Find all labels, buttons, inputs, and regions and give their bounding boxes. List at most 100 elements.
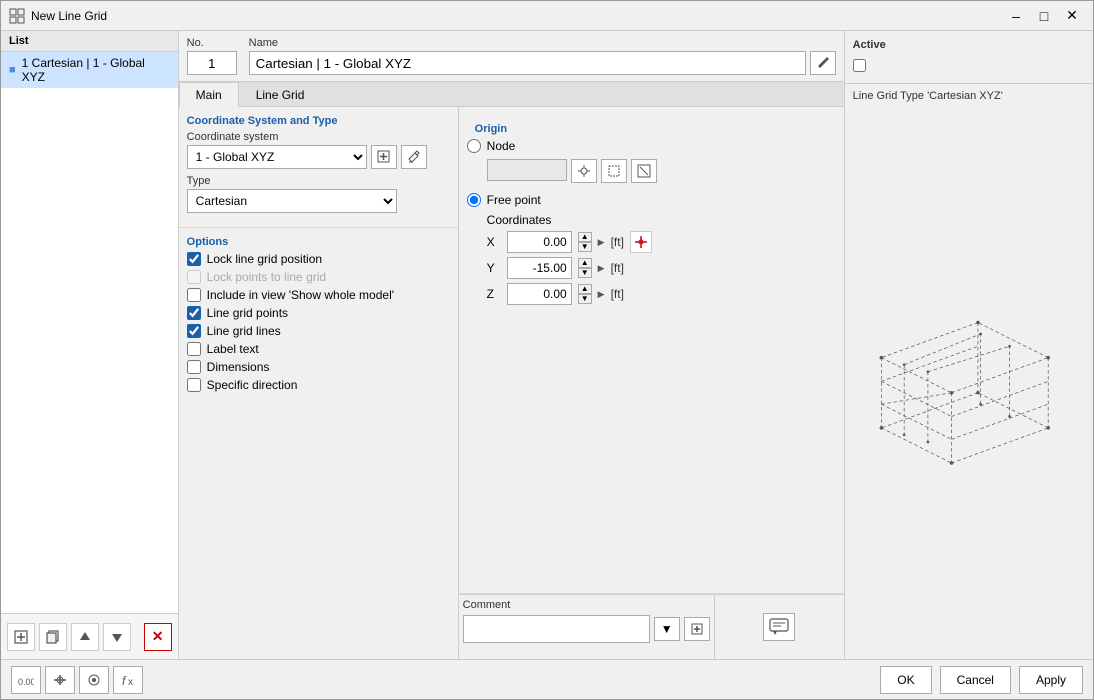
center-panel: No. Name Main — [179, 31, 845, 659]
move-up-button[interactable] — [71, 623, 99, 651]
edit-name-button[interactable] — [810, 51, 836, 75]
no-name-row: No. Name — [179, 31, 844, 82]
option-lock-line-grid: Lock line grid position — [187, 252, 450, 266]
coord-system-content: Coordinate system 1 - Global XYZ — [179, 131, 458, 228]
comment-right-button[interactable] — [763, 613, 795, 641]
tab-bar: Main Line Grid — [179, 82, 844, 107]
z-spin-down[interactable]: ▼ — [578, 294, 592, 304]
ok-button[interactable]: OK — [880, 666, 931, 694]
lock-line-grid-label: Lock line grid position — [207, 252, 322, 266]
coord-display-button[interactable]: 0.00 — [11, 666, 41, 694]
y-coord-input[interactable] — [507, 257, 572, 279]
svg-text:0.00: 0.00 — [18, 677, 34, 687]
z-axis-label: Z — [487, 287, 501, 301]
coord-system-select[interactable]: 1 - Global XYZ — [187, 145, 367, 169]
specific-direction-checkbox[interactable] — [187, 378, 201, 392]
y-axis-label: Y — [487, 261, 501, 275]
line-grid-points-checkbox[interactable] — [187, 306, 201, 320]
free-point-radio[interactable] — [467, 193, 481, 207]
right-panel: Active Line Grid Type 'Cartesian XYZ' — [845, 31, 1093, 659]
view-button[interactable] — [79, 666, 109, 694]
option-line-grid-points: Line grid points — [187, 306, 450, 320]
comment-label: Comment — [463, 599, 710, 611]
active-header: Active — [853, 39, 1085, 51]
active-checkbox[interactable] — [853, 59, 866, 72]
close-button[interactable]: ✕ — [1059, 5, 1085, 27]
line-grid-lines-checkbox[interactable] — [187, 324, 201, 338]
option-specific-dir: Specific direction — [187, 378, 450, 392]
type-label: Type — [187, 175, 450, 187]
name-field-wrap — [249, 51, 836, 75]
grid-preview-svg — [855, 274, 1083, 494]
line-grid-points-label: Line grid points — [207, 306, 288, 320]
x-spin-up[interactable]: ▲ — [578, 232, 592, 242]
comment-add[interactable] — [684, 617, 710, 641]
node-input[interactable] — [487, 159, 567, 181]
include-view-label: Include in view 'Show whole model' — [207, 288, 394, 302]
formula-button[interactable]: fx — [113, 666, 143, 694]
node-radio[interactable] — [467, 139, 481, 153]
x-coord-input[interactable] — [507, 231, 572, 253]
node-select-button[interactable] — [601, 159, 627, 183]
coord-field-row: Coordinate system 1 - Global XYZ — [187, 131, 450, 169]
x-coord-row: X ▲ ▼ ▶ [ft] — [487, 231, 836, 253]
maximize-button[interactable]: □ — [1031, 5, 1057, 27]
move-down-button[interactable] — [103, 623, 131, 651]
tab-line-grid[interactable]: Line Grid — [239, 82, 322, 107]
snap-button[interactable] — [45, 666, 75, 694]
dialog-window: New Line Grid – □ ✕ List ■ 1 Cartesian |… — [0, 0, 1094, 700]
x-axis-label: X — [487, 235, 501, 249]
bottom-right-buttons: OK Cancel Apply — [880, 666, 1083, 694]
coord-section-title: Coordinate System and Type — [179, 107, 458, 131]
add-item-button[interactable] — [7, 623, 35, 651]
node-clear-button[interactable] — [631, 159, 657, 183]
title-bar: New Line Grid – □ ✕ — [1, 1, 1093, 31]
origin-section: Origin Node — [459, 107, 844, 594]
coord-edit-button[interactable] — [401, 145, 427, 169]
svg-text:f: f — [122, 674, 127, 687]
list-item[interactable]: ■ 1 Cartesian | 1 - Global XYZ — [1, 52, 178, 88]
option-line-grid-lines: Line grid lines — [187, 324, 450, 338]
x-pick-button[interactable] — [630, 231, 652, 253]
free-point-label: Free point — [487, 193, 541, 207]
coordinates-section: Coordinates X ▲ ▼ ▶ — [487, 213, 836, 305]
coord-add-button[interactable] — [371, 145, 397, 169]
copy-item-button[interactable] — [39, 623, 67, 651]
comment-input[interactable] — [463, 615, 650, 643]
list-item-icon: ■ — [9, 64, 16, 76]
y-spin-up[interactable]: ▲ — [578, 258, 592, 268]
minimize-button[interactable]: – — [1003, 5, 1029, 27]
include-view-checkbox[interactable] — [187, 288, 201, 302]
list-header: List — [1, 31, 178, 52]
apply-button[interactable]: Apply — [1019, 666, 1083, 694]
dimensions-checkbox[interactable] — [187, 360, 201, 374]
window-title: New Line Grid — [31, 9, 1003, 23]
name-section: Name — [249, 37, 836, 75]
coord-system-section: Coordinate System and Type Coordinate sy… — [179, 107, 458, 228]
comment-right — [714, 595, 844, 659]
name-input[interactable] — [249, 51, 806, 75]
tab-main[interactable]: Main — [179, 82, 239, 107]
z-spin-up[interactable]: ▲ — [578, 284, 592, 294]
delete-button[interactable]: ✕ — [144, 623, 172, 651]
label-text-checkbox[interactable] — [187, 342, 201, 356]
y-coord-row: Y ▲ ▼ ▶ [ft] — [487, 257, 836, 279]
origin-section-title: Origin — [467, 115, 836, 139]
comment-dropdown[interactable]: ▼ — [654, 617, 680, 641]
cancel-button[interactable]: Cancel — [940, 666, 1011, 694]
node-pick-button[interactable] — [571, 159, 597, 183]
specific-direction-label: Specific direction — [207, 378, 298, 392]
y-spin-down[interactable]: ▼ — [578, 268, 592, 278]
list-area: ■ 1 Cartesian | 1 - Global XYZ — [1, 52, 178, 613]
lock-points-label: Lock points to line grid — [207, 270, 326, 284]
type-select[interactable]: Cartesian Cylindrical Spherical — [187, 189, 397, 213]
lock-line-grid-checkbox[interactable] — [187, 252, 201, 266]
no-input[interactable] — [187, 51, 237, 75]
x-spin-down[interactable]: ▼ — [578, 242, 592, 252]
name-label: Name — [249, 37, 836, 49]
z-coord-input[interactable] — [507, 283, 572, 305]
free-point-radio-row: Free point — [467, 193, 836, 207]
no-label: No. — [187, 37, 237, 49]
option-label-text: Label text — [187, 342, 450, 356]
lock-points-checkbox[interactable] — [187, 270, 201, 284]
